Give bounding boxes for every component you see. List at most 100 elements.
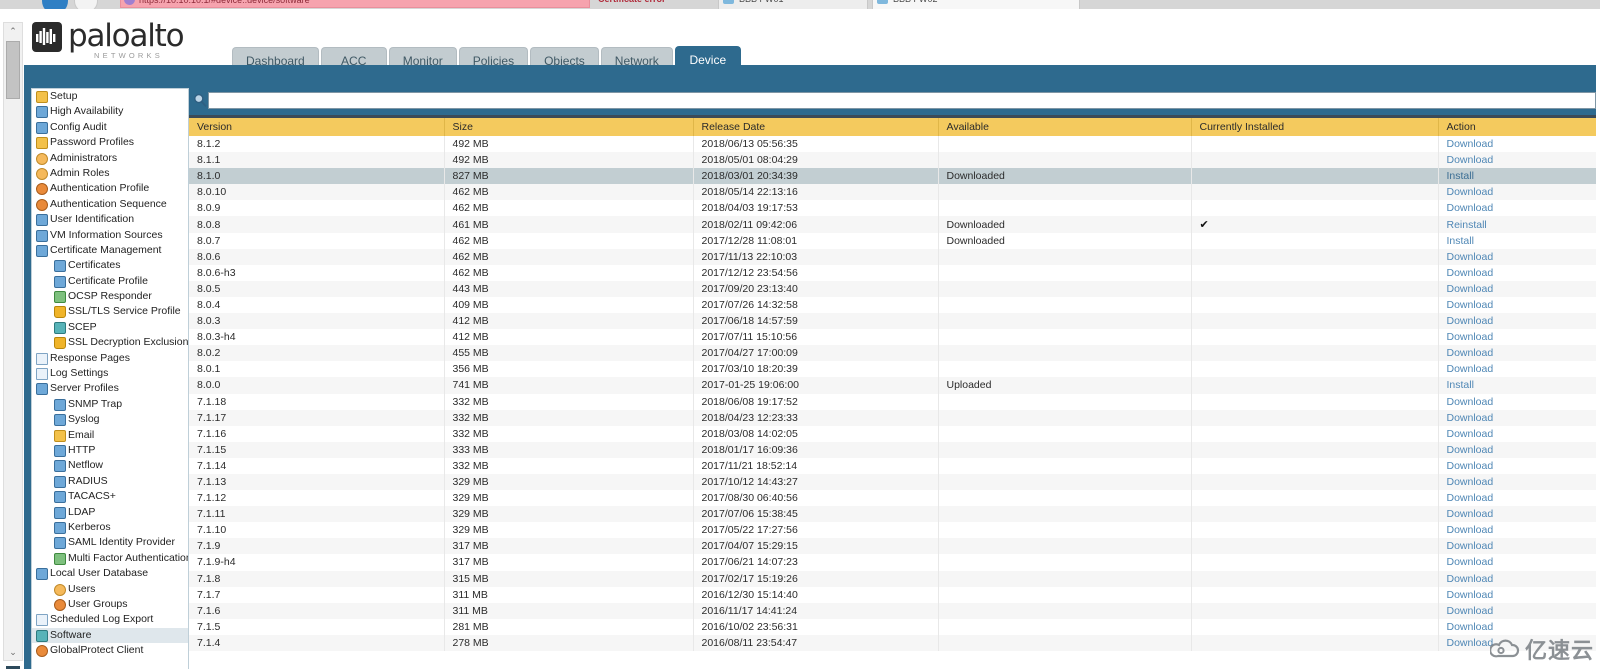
cell-action[interactable]: Install — [1438, 377, 1600, 394]
cell-action[interactable]: Download — [1438, 345, 1600, 362]
column-header-currently-installed[interactable]: Currently Installed — [1191, 118, 1439, 136]
column-header-available[interactable]: Available — [938, 118, 1192, 136]
cell-action-text[interactable]: Download — [1447, 589, 1494, 601]
cell-action-text[interactable]: Install — [1447, 379, 1474, 391]
sidebar-item-kerberos[interactable]: Kerberos — [32, 520, 188, 535]
sidebar-item-multi-factor-authentication[interactable]: Multi Factor Authentication — [32, 551, 188, 566]
cell-action-text[interactable]: Download — [1447, 605, 1494, 617]
table-row[interactable]: 8.0.8 461 MB 2018/02/11 09:42:06 Downloaded… — [189, 216, 1600, 233]
scrollbar-thumb[interactable] — [6, 41, 20, 99]
cell-action[interactable]: Download — [1438, 490, 1600, 507]
sidebar-item-scep[interactable]: SCEP — [32, 320, 188, 335]
cell-action[interactable]: Download — [1438, 634, 1600, 651]
sidebar-item-saml-identity-provider[interactable]: SAML Identity Provider — [32, 535, 188, 550]
cell-action[interactable]: Download — [1438, 200, 1600, 217]
sidebar-item-syslog[interactable]: Syslog — [32, 412, 188, 427]
cell-action[interactable]: Download — [1438, 554, 1600, 571]
cell-action-text[interactable]: Download — [1447, 154, 1494, 166]
table-row[interactable]: 7.1.18 332 MB 2018/06/08 19:17:52 Download — [189, 393, 1600, 410]
sidebar-item-globalprotect-client[interactable]: GlobalProtect Client — [32, 643, 188, 658]
sidebar-item-certificate-management[interactable]: Certificate Management — [32, 243, 188, 258]
table-row[interactable]: 7.1.11 329 MB 2017/07/06 15:38:45 Download — [189, 506, 1600, 523]
table-row[interactable]: 8.0.3 412 MB 2017/06/18 14:57:59 Download — [189, 313, 1600, 330]
table-row[interactable]: 7.1.15 333 MB 2018/01/17 16:09:36 Download — [189, 441, 1600, 458]
sidebar-item-log-settings[interactable]: Log Settings — [32, 366, 188, 381]
cell-action-text[interactable]: Download — [1447, 267, 1494, 279]
table-row[interactable]: 7.1.6 311 MB 2016/11/17 14:41:24 Download — [189, 602, 1600, 619]
table-row[interactable]: 7.1.9-h4 317 MB 2017/06/21 14:07:23 Downloa… — [189, 554, 1600, 571]
cell-action[interactable]: Download — [1438, 522, 1600, 539]
table-row[interactable]: 8.0.5 443 MB 2017/09/20 23:13:40 Download — [189, 280, 1600, 297]
cell-action[interactable]: Download — [1438, 184, 1600, 201]
sidebar-item-vm-information-sources[interactable]: VM Information Sources — [32, 228, 188, 243]
cell-action-text[interactable]: Download — [1447, 396, 1494, 408]
table-row[interactable]: 8.0.4 409 MB 2017/07/26 14:32:58 Download — [189, 296, 1600, 314]
cell-action[interactable]: Download — [1438, 425, 1600, 442]
cell-action[interactable]: Install — [1438, 168, 1600, 185]
cell-action-text[interactable]: Download — [1447, 202, 1494, 214]
table-row[interactable]: 8.0.6 462 MB 2017/11/13 22:10:03 Download — [189, 248, 1600, 265]
cell-action-text[interactable]: Download — [1447, 460, 1494, 472]
table-row[interactable]: 7.1.16 332 MB 2018/03/08 14:02:05 Download — [189, 425, 1600, 442]
sidebar-item-server-profiles[interactable]: Server Profiles — [32, 381, 188, 396]
sidebar-item-config-audit[interactable]: Config Audit — [32, 120, 188, 135]
cell-action-text[interactable]: Download — [1447, 251, 1494, 263]
address-bar[interactable]: https://10.10.10.1/#device::device/softw… — [120, 0, 590, 8]
sidebar-item-radius[interactable]: RADIUS — [32, 474, 188, 489]
table-row[interactable]: 7.1.5 281 MB 2016/10/02 23:56:31 Download — [189, 618, 1600, 635]
table-row[interactable]: 8.1.0 827 MB 2018/03/01 20:34:39 Downloaded… — [189, 168, 1600, 185]
cell-action[interactable]: Install — [1438, 232, 1600, 249]
cell-action[interactable]: Download — [1438, 313, 1600, 330]
cell-action-text[interactable]: Download — [1447, 573, 1494, 585]
cell-action[interactable]: Download — [1438, 264, 1600, 281]
cell-action-text[interactable]: Download — [1447, 331, 1494, 343]
sidebar-item-software[interactable]: Software — [32, 627, 188, 644]
cell-action[interactable]: Download — [1438, 473, 1600, 491]
cell-action-text[interactable]: Download — [1447, 428, 1494, 440]
cell-action-text[interactable]: Reinstall — [1447, 219, 1487, 231]
sidebar-item-tacacs[interactable]: TACACS+ — [32, 489, 188, 504]
sidebar-item-certificates[interactable]: Certificates — [32, 258, 188, 273]
sidebar-item-certificate-profile[interactable]: Certificate Profile — [32, 274, 188, 289]
browser-tab-1[interactable]: BBB FW01 — [718, 0, 868, 9]
sidebar-item-email[interactable]: Email — [32, 428, 188, 443]
certificate-error-label[interactable]: Certificate error — [598, 0, 666, 8]
sidebar-item-user-identification[interactable]: User Identification — [32, 212, 188, 227]
sidebar-item-users[interactable]: Users — [32, 582, 188, 597]
cell-action[interactable]: Download — [1438, 586, 1600, 603]
back-arrow-icon[interactable] — [42, 0, 68, 9]
cell-action-text[interactable]: Download — [1447, 412, 1494, 424]
cell-action-text[interactable]: Download — [1447, 299, 1494, 311]
sidebar-item-snmp-trap[interactable]: SNMP Trap — [32, 397, 188, 412]
table-row[interactable]: 8.0.7 462 MB 2017/12/28 11:08:01 Downloaded… — [189, 232, 1600, 249]
table-row[interactable]: 8.0.6-h3 462 MB 2017/12/12 23:54:56 Downloa… — [189, 264, 1600, 281]
search-input[interactable] — [208, 92, 1596, 109]
column-header-version[interactable]: Version — [189, 118, 445, 136]
cell-action[interactable]: Download — [1438, 441, 1600, 458]
cell-action[interactable]: Download — [1438, 136, 1600, 153]
cell-action[interactable]: Download — [1438, 329, 1600, 346]
page-scrollbar[interactable]: ⌃ ⌄ — [3, 22, 23, 669]
cell-action-text[interactable]: Install — [1447, 170, 1474, 182]
sidebar-item-administrators[interactable]: Administrators — [32, 151, 188, 166]
cell-action-text[interactable]: Download — [1447, 540, 1494, 552]
cell-action[interactable]: Reinstall — [1438, 216, 1600, 233]
sidebar-item-user-groups[interactable]: User Groups — [32, 597, 188, 612]
cell-action-text[interactable]: Download — [1447, 476, 1494, 488]
search-icon[interactable] — [193, 93, 207, 108]
sidebar-item-admin-roles[interactable]: Admin Roles — [32, 166, 188, 181]
cell-action[interactable]: Download — [1438, 248, 1600, 265]
scroll-down-arrow-icon[interactable]: ⌄ — [4, 644, 22, 660]
table-row[interactable]: 8.0.10 462 MB 2018/05/14 22:13:16 Download — [189, 184, 1600, 201]
table-row[interactable]: 7.1.14 332 MB 2017/11/21 18:52:14 Download — [189, 457, 1600, 474]
table-row[interactable]: 8.0.1 356 MB 2017/03/10 18:20:39 Download — [189, 361, 1600, 378]
cell-action[interactable]: Download — [1438, 280, 1600, 297]
sidebar-item-http[interactable]: HTTP — [32, 443, 188, 458]
table-row[interactable]: 7.1.9 317 MB 2017/04/07 15:29:15 Download — [189, 538, 1600, 555]
table-row[interactable]: 8.0.9 462 MB 2018/04/03 19:17:53 Download — [189, 200, 1600, 217]
sidebar-item-ocsp-responder[interactable]: OCSP Responder — [32, 289, 188, 304]
expand-triangle-icon[interactable] — [31, 247, 32, 252]
cell-action-text[interactable]: Download — [1447, 492, 1494, 504]
column-header-action[interactable]: Action — [1438, 118, 1600, 136]
cell-action-text[interactable]: Download — [1447, 621, 1494, 633]
